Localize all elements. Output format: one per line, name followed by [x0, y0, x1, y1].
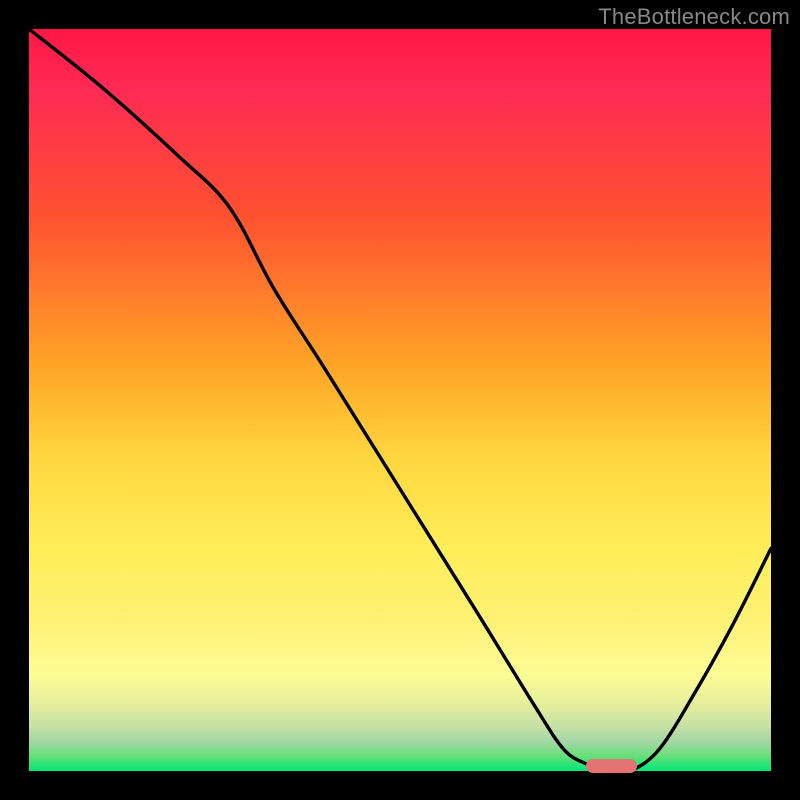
optimal-marker — [586, 759, 638, 773]
plot-area — [29, 29, 771, 771]
watermark-text: TheBottleneck.com — [598, 4, 790, 30]
curve-svg — [29, 29, 771, 771]
chart-frame: TheBottleneck.com — [0, 0, 800, 800]
bottleneck-curve — [29, 29, 771, 771]
